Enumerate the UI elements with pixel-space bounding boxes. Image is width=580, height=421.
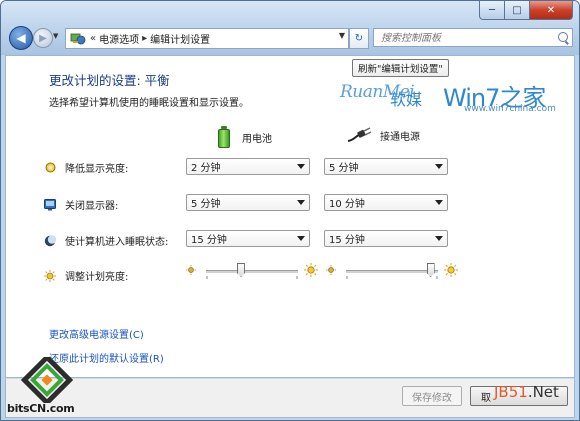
setting-row-dim-display: 降低显示亮度:: [44, 160, 190, 175]
battery-icon: [218, 126, 230, 148]
plugged-column-label: 接通电源: [380, 131, 420, 143]
watermark-ruanmei-cn: 软媒: [390, 90, 423, 109]
slider-ticks: [346, 276, 438, 279]
slider-thumb[interactable]: [236, 263, 245, 277]
breadcrumb-item-power-options[interactable]: 电源选项: [99, 31, 139, 46]
battery-column-label: 用电池: [242, 133, 272, 145]
watermark-url: www.win7china.com: [464, 104, 556, 114]
window-chrome: ─ □ ✕ ◀ ▶ ▼ « 电源选项 ▸ 编辑计划设置 ▼ ↻ 搜索控制面板: [1, 1, 579, 55]
advanced-power-settings-link[interactable]: 更改高级电源设置(C): [49, 326, 144, 341]
bitscn-watermark: bitsCN.com: [1, 357, 91, 420]
breadcrumb-item-edit-plan[interactable]: 编辑计划设置: [150, 31, 210, 46]
search-input[interactable]: [379, 29, 553, 47]
watermark-logo: RuanMei 软媒 Win7之家 www.win7china.com: [340, 82, 570, 122]
dropdown-arrow-icon: [297, 200, 305, 205]
slider-track[interactable]: [206, 270, 298, 273]
brightness-icon: [44, 269, 56, 282]
navigation-bar: ◀ ▶ ▼ « 电源选项 ▸ 编辑计划设置 ▼ ↻: [5, 26, 575, 51]
minimize-button[interactable]: ─: [479, 1, 505, 20]
forward-button[interactable]: ▶: [33, 28, 53, 48]
setting-row-turn-off-display: 关闭显示器:: [44, 197, 190, 212]
dim-display-battery-select[interactable]: 2 分钟: [186, 158, 310, 175]
dropdown-arrow-icon: [435, 200, 443, 205]
moon-icon: [44, 234, 56, 247]
save-changes-button[interactable]: 保存修改: [402, 386, 462, 406]
select-value: 5 分钟: [191, 199, 221, 210]
bitscn-text: bitsCN.com: [7, 402, 75, 415]
page-title: 更改计划的设置: 平衡: [49, 73, 170, 88]
page-subtitle: 选择希望计算机使用的睡眠设置和显示设置。: [49, 98, 249, 109]
dropdown-arrow-icon: [435, 236, 443, 241]
setting-label: 使计算机进入睡眠状态:: [65, 237, 169, 248]
search-box[interactable]: [373, 28, 573, 47]
jb51-watermark: JB51.Net: [494, 383, 559, 401]
main-content: 刷新"编辑计划设置" 更改计划的设置: 平衡 选择希望计算机使用的睡眠设置和显示…: [5, 55, 575, 378]
search-icon[interactable]: [558, 32, 568, 42]
control-panel-icon: [69, 32, 87, 46]
back-button[interactable]: ◀: [9, 26, 33, 50]
sleep-battery-select[interactable]: 15 分钟: [186, 230, 310, 247]
slider-thumb[interactable]: [426, 263, 435, 277]
sleep-plugged-select[interactable]: 15 分钟: [324, 230, 448, 247]
caption-buttons: ─ □ ✕: [479, 1, 573, 20]
slider-ticks: [206, 276, 298, 279]
dim-display-plugged-select[interactable]: 5 分钟: [324, 158, 448, 175]
recent-pages-dropdown[interactable]: ▼: [53, 32, 58, 40]
dropdown-arrow-icon: [297, 236, 305, 241]
bitscn-logo-icon: [20, 357, 74, 403]
plugged-column-header: 接通电源: [346, 126, 420, 144]
select-value: 2 分钟: [191, 163, 221, 174]
setting-label: 关闭显示器:: [65, 201, 119, 212]
brightness-battery-slider[interactable]: [186, 261, 318, 281]
address-dropdown-icon[interactable]: ▼: [339, 31, 345, 40]
select-value: 5 分钟: [329, 163, 359, 174]
monitor-icon: [44, 198, 56, 211]
refresh-button[interactable]: ↻: [349, 28, 369, 49]
dim-display-icon: [44, 162, 56, 174]
close-button[interactable]: ✕: [530, 1, 573, 20]
power-plug-icon: [346, 126, 372, 144]
refresh-tooltip: 刷新"编辑计划设置": [352, 59, 449, 77]
jb51-suffix: .Net: [527, 383, 559, 401]
control-panel-window: ─ □ ✕ ◀ ▶ ▼ « 电源选项 ▸ 编辑计划设置 ▼ ↻ 搜索控制面板 刷…: [0, 0, 580, 421]
dropdown-arrow-icon: [297, 164, 305, 169]
turn-off-display-battery-select[interactable]: 5 分钟: [186, 194, 310, 211]
battery-column-header: 用电池: [218, 126, 272, 148]
address-bar[interactable]: « 电源选项 ▸ 编辑计划设置 ▼: [65, 28, 349, 49]
dim-brightness-icon: [326, 265, 336, 275]
setting-row-sleep: 使计算机进入睡眠状态:: [44, 233, 190, 248]
dropdown-arrow-icon: [435, 164, 443, 169]
setting-row-brightness: 调整计划亮度:: [44, 268, 190, 283]
jb51-text: JB51: [494, 383, 528, 401]
setting-label: 调整计划亮度:: [65, 272, 129, 283]
maximize-button[interactable]: □: [505, 1, 530, 20]
select-value: 15 分钟: [329, 235, 365, 246]
slider-track[interactable]: [346, 270, 438, 273]
cancel-label: 取: [481, 392, 491, 404]
breadcrumb-prefix: «: [90, 33, 97, 44]
brightness-plugged-slider[interactable]: [326, 261, 458, 281]
turn-off-display-plugged-select[interactable]: 10 分钟: [324, 194, 448, 211]
setting-label: 降低显示亮度:: [65, 164, 129, 175]
select-value: 15 分钟: [191, 235, 227, 246]
dim-brightness-icon: [186, 265, 196, 275]
select-value: 10 分钟: [329, 199, 365, 210]
breadcrumb-separator-icon[interactable]: ▸: [142, 33, 147, 44]
bright-brightness-icon: [304, 263, 318, 277]
bright-brightness-icon: [444, 263, 458, 277]
